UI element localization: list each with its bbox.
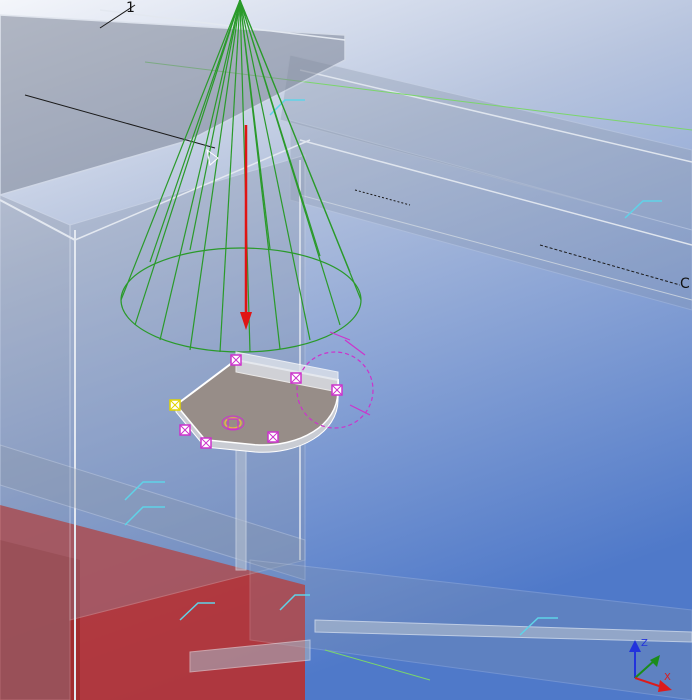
handle-5[interactable] — [200, 437, 212, 449]
grid-label-right: C — [680, 276, 690, 292]
handle-1[interactable] — [230, 354, 242, 366]
3d-scene[interactable]: Z X — [0, 0, 692, 700]
handle-4[interactable] — [179, 424, 191, 436]
model-viewport[interactable]: Z X 1 C — [0, 0, 692, 700]
handle-2[interactable] — [290, 372, 302, 384]
handle-3[interactable] — [331, 384, 343, 396]
reference-point-handle[interactable] — [169, 399, 181, 411]
column-front-face — [0, 194, 71, 700]
grid-label-top: 1 — [126, 0, 135, 16]
hanger-rod — [235, 444, 247, 571]
handle-6[interactable] — [267, 431, 279, 443]
axis-x-label: X — [664, 672, 671, 683]
axis-z-label: Z — [641, 638, 648, 649]
